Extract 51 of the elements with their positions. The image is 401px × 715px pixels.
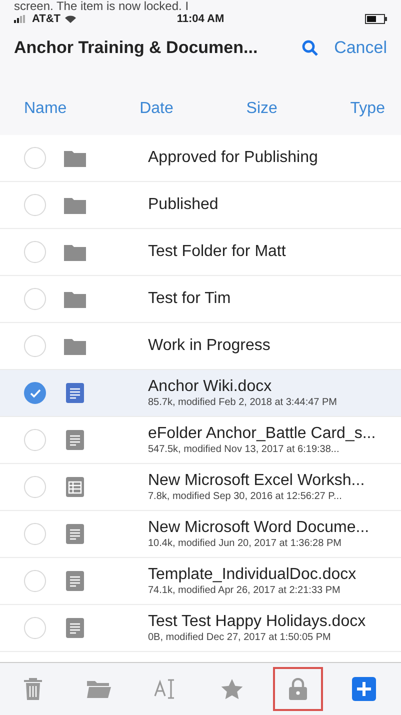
file-name: Test for Tim	[148, 290, 231, 308]
selection-checkbox[interactable]	[24, 382, 46, 404]
document-icon	[66, 430, 84, 450]
folder-icon	[64, 338, 86, 354]
sort-tab[interactable]: Date	[140, 100, 174, 118]
sort-tab[interactable]: Name	[24, 100, 67, 118]
file-name: Test Folder for Matt	[148, 243, 286, 261]
file-details: 10.4k, modified Jun 20, 2017 at 1:36:28 PM	[148, 538, 342, 549]
file-details: 85.7k, modified Feb 2, 2018 at 3:44:47 PM	[148, 397, 338, 408]
caption-text: screen. The item is now locked. I	[13, 0, 190, 10]
document-icon	[66, 524, 84, 544]
file-details: 74.1k, modified Apr 26, 2017 at 2:21:33 PM	[148, 585, 342, 596]
document-icon	[66, 571, 84, 591]
add-icon	[352, 677, 376, 701]
wifi-icon	[64, 15, 76, 23]
folder-icon	[87, 680, 112, 698]
file-details: 7.8k, modified Sep 30, 2016 at 12:56:27 P...	[148, 491, 343, 502]
signal-icon	[14, 15, 28, 23]
folder-title: Anchor Training & Documen...	[14, 38, 259, 58]
checkmark-icon	[30, 388, 40, 398]
folder-icon	[64, 150, 86, 166]
folder-icon	[64, 196, 86, 214]
file-details: 547.5k, modified Nov 13, 2017 at 6:19:38...	[148, 444, 340, 455]
file-name: Anchor Wiki.docx	[148, 378, 273, 396]
carrier-label: AT&T	[32, 13, 61, 25]
file-name: Approved for Publishing	[148, 149, 318, 167]
battery-icon	[364, 14, 387, 24]
search-icon[interactable]	[302, 40, 318, 56]
file-name: eFolder Anchor_Battle Card_s...	[148, 425, 376, 443]
star-icon	[220, 678, 243, 700]
document-icon	[66, 383, 84, 403]
spreadsheet-icon	[66, 477, 84, 497]
file-name: New Microsoft Word Docume...	[148, 519, 370, 537]
text-cursor-icon	[154, 678, 176, 700]
file-name: Test Test Happy Holidays.docx	[148, 613, 366, 631]
file-name: Template_IndividualDoc.docx	[148, 566, 356, 584]
trash-icon	[23, 678, 43, 700]
sort-tab[interactable]: Type	[350, 100, 385, 118]
file-details: 0B, modified Dec 27, 2017 at 1:50:05 PM	[148, 632, 332, 643]
folder-icon	[64, 244, 86, 260]
file-row[interactable]: Anchor Wiki.docx 85.7k, modified Feb 2, 2018 at 3:44:47 PM	[0, 370, 401, 417]
status-time: 11:04 AM	[176, 13, 226, 25]
lock-button[interactable]	[272, 667, 323, 711]
sort-tab[interactable]: Size	[246, 100, 278, 118]
document-icon	[66, 618, 84, 638]
lock-icon	[288, 678, 307, 700]
file-name: Work in Progress	[148, 337, 270, 355]
file-name: Published	[148, 196, 218, 214]
cancel-button[interactable]: Cancel	[334, 38, 387, 58]
folder-icon	[64, 290, 86, 308]
file-name: New Microsoft Excel Worksh...	[148, 472, 365, 490]
